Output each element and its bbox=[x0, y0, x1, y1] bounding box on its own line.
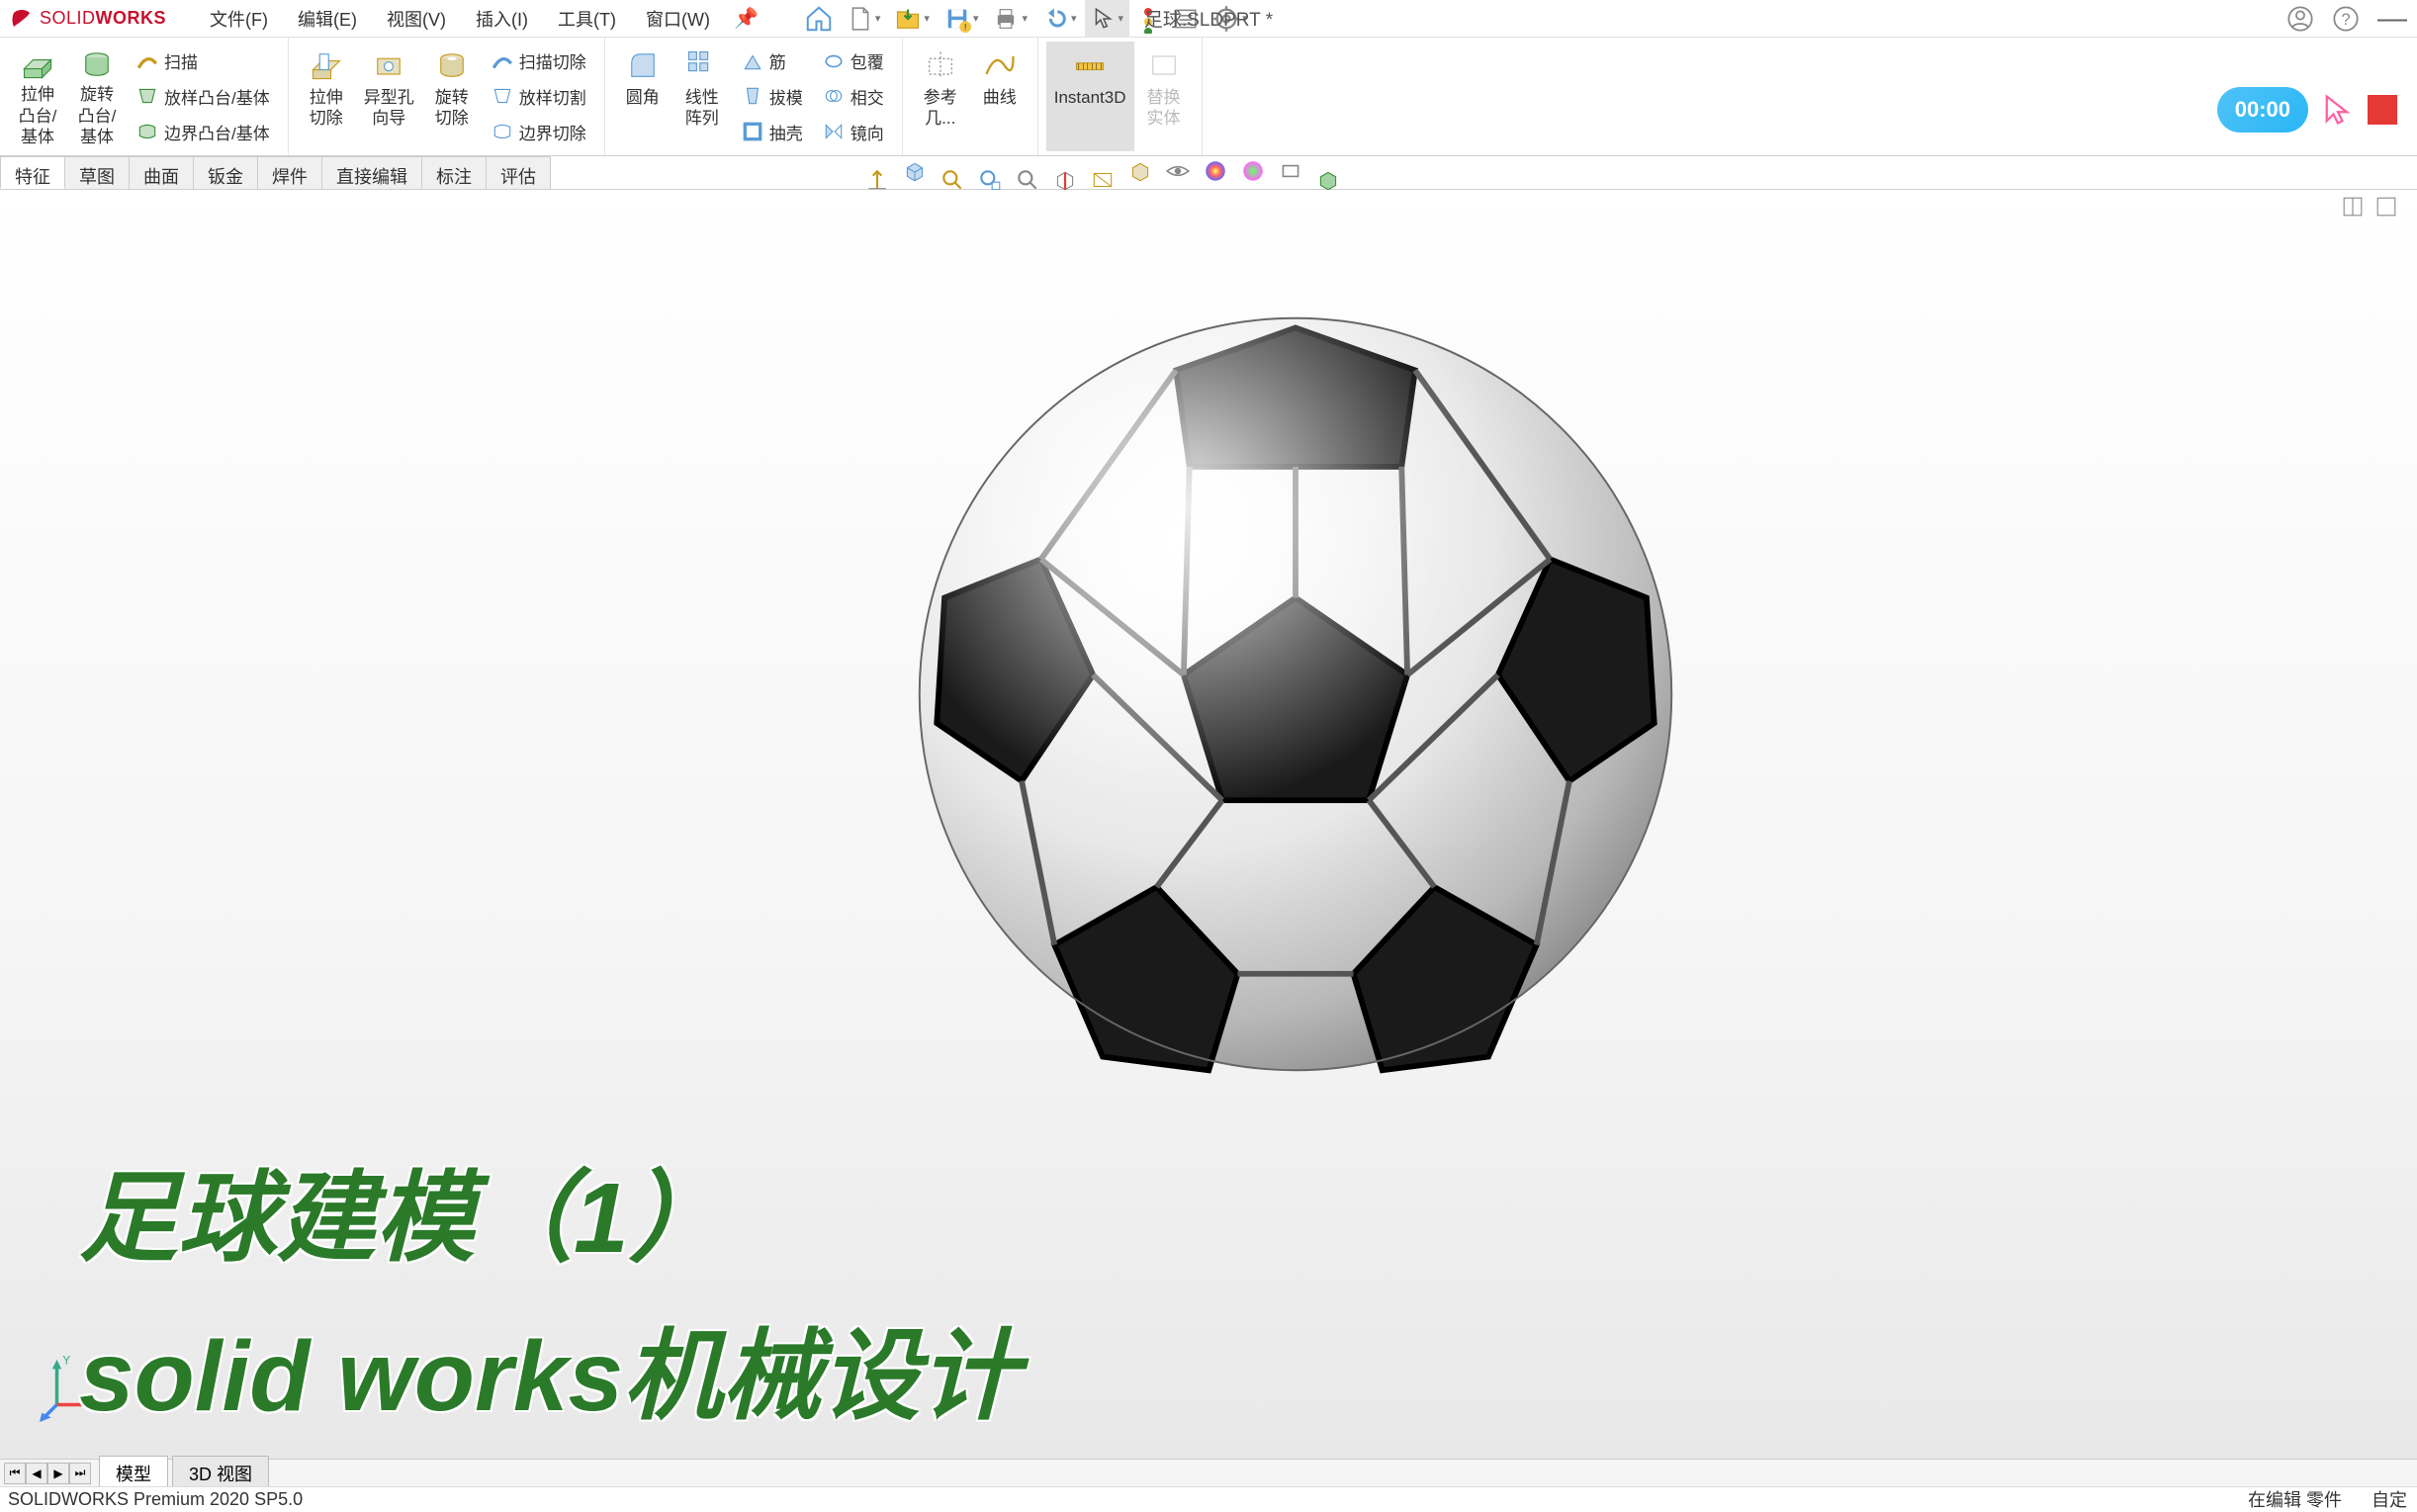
titlebar-right: ? — bbox=[2286, 2, 2407, 36]
menu-view[interactable]: 视图(V) bbox=[373, 0, 460, 38]
help-icon[interactable]: ? bbox=[2332, 5, 2360, 33]
recorder-timer[interactable]: 00:00 bbox=[2217, 87, 2308, 133]
tab-nav-prev[interactable]: ◀ bbox=[26, 1463, 47, 1484]
status-mode: 在编辑 零件 bbox=[2248, 1486, 2342, 1512]
extrude-cut-button[interactable]: 拉伸 切除 bbox=[297, 42, 356, 151]
undo-button[interactable]: ▾ bbox=[1035, 0, 1083, 38]
menu-edit[interactable]: 编辑(E) bbox=[284, 0, 371, 38]
print-button[interactable]: ▾ bbox=[986, 0, 1033, 38]
menu-window[interactable]: 窗口(W) bbox=[632, 0, 724, 38]
intersect-button[interactable]: 相交 bbox=[819, 81, 888, 112]
new-button[interactable]: ▾ bbox=[842, 0, 887, 38]
boss-group: 拉伸 凸台/ 基体 旋转 凸台/ 基体 扫描 放样凸台/基体 边界凸台/基体 bbox=[0, 38, 289, 155]
status-product: SOLIDWORKS Premium 2020 SP5.0 bbox=[8, 1489, 303, 1510]
titlebar: SOLIDWORKS 文件(F) 编辑(E) 视图(V) 插入(I) 工具(T)… bbox=[0, 0, 2417, 38]
svg-text:!: ! bbox=[964, 22, 967, 32]
tab-nav-first[interactable]: ⏮ bbox=[4, 1463, 26, 1484]
replace-body-button: 替换 实体 bbox=[1134, 42, 1194, 151]
command-manager-tabs: 特征 草图 曲面 钣金 焊件 直接编辑 标注 评估 ▾ ▾ ▾ ▾ ▾ ▾ bbox=[0, 156, 2417, 190]
boundary-cut-button[interactable]: 边界切除 bbox=[488, 117, 590, 147]
soccer-ball-model[interactable] bbox=[910, 309, 1681, 1080]
status-custom: 自定 bbox=[2372, 1486, 2407, 1512]
menu-tools[interactable]: 工具(T) bbox=[544, 0, 630, 38]
tab-surface[interactable]: 曲面 bbox=[129, 156, 194, 189]
hole-wizard-button[interactable]: 异型孔 向导 bbox=[356, 42, 422, 151]
instant3d-button[interactable]: Instant3D bbox=[1046, 42, 1134, 151]
loft-boss-button[interactable]: 放样凸台/基体 bbox=[133, 81, 274, 112]
tab-features[interactable]: 特征 bbox=[0, 156, 65, 189]
revolve-cut-button[interactable]: 旋转 切除 bbox=[422, 42, 482, 151]
tab-annotate[interactable]: 标注 bbox=[421, 156, 487, 189]
bottom-tab-3dview[interactable]: 3D 视图 bbox=[172, 1456, 269, 1490]
select-button[interactable]: ▾ bbox=[1085, 0, 1130, 38]
viewport-split-icon[interactable] bbox=[2342, 196, 2364, 218]
boundary-boss-button[interactable]: 边界凸台/基体 bbox=[133, 117, 274, 147]
menubar: 文件(F) 编辑(E) 视图(V) 插入(I) 工具(T) 窗口(W) bbox=[196, 0, 724, 38]
loft-cut-button[interactable]: 放样切割 bbox=[488, 81, 590, 112]
ribbon: 拉伸 凸台/ 基体 旋转 凸台/ 基体 扫描 放样凸台/基体 边界凸台/基体 拉… bbox=[0, 38, 2417, 156]
tab-evaluate[interactable]: 评估 bbox=[486, 156, 551, 189]
minimize-icon[interactable]: — bbox=[2377, 2, 2407, 36]
solidworks-logo-icon bbox=[10, 7, 34, 31]
sweep-cut-button[interactable]: 扫描切除 bbox=[488, 45, 590, 76]
viewport-max-icon[interactable] bbox=[2375, 196, 2397, 218]
home-button[interactable] bbox=[798, 0, 840, 38]
recorder-stop-button[interactable] bbox=[2368, 95, 2397, 125]
bottom-tab-model[interactable]: 模型 bbox=[99, 1456, 168, 1490]
statusbar: SOLIDWORKS Premium 2020 SP5.0 在编辑 零件 自定 bbox=[0, 1486, 2417, 1511]
overlay-line2: solid works机械设计 bbox=[79, 1297, 1019, 1456]
menu-insert[interactable]: 插入(I) bbox=[462, 0, 542, 38]
revolve-boss-button[interactable]: 旋转 凸台/ 基体 bbox=[67, 42, 127, 151]
screen-recorder: 00:00 bbox=[2217, 87, 2397, 133]
cut-group: 拉伸 切除 异型孔 向导 旋转 切除 扫描切除 放样切割 边界切除 bbox=[289, 38, 605, 155]
user-icon[interactable] bbox=[2286, 5, 2314, 33]
svg-text:?: ? bbox=[2341, 10, 2350, 28]
shell-button[interactable]: 抽壳 bbox=[738, 117, 807, 147]
mirror-button[interactable]: 镜向 bbox=[819, 117, 888, 147]
extrude-boss-button[interactable]: 拉伸 凸台/ 基体 bbox=[8, 42, 67, 151]
tab-sketch[interactable]: 草图 bbox=[64, 156, 130, 189]
overlay-title: 足球建模（1） solid works机械设计 bbox=[79, 1139, 1019, 1456]
viewport-controls bbox=[2342, 196, 2397, 218]
fillet-button[interactable]: 圆角 bbox=[613, 42, 672, 151]
ref-group: 参考 几... 曲线 bbox=[903, 38, 1038, 155]
save-button[interactable]: !▾ bbox=[938, 0, 985, 38]
bottom-tab-bar: ⏮ ◀ ▶ ⏭ 模型 3D 视图 bbox=[0, 1459, 2417, 1486]
linear-pattern-button[interactable]: 线性 阵列 bbox=[672, 42, 732, 151]
menu-file[interactable]: 文件(F) bbox=[196, 0, 282, 38]
tab-weldments[interactable]: 焊件 bbox=[257, 156, 322, 189]
svg-text:Y: Y bbox=[62, 1355, 70, 1368]
app-name: SOLIDWORKS bbox=[40, 8, 166, 29]
tab-sheetmetal[interactable]: 钣金 bbox=[193, 156, 258, 189]
tab-nav-next[interactable]: ▶ bbox=[47, 1463, 69, 1484]
tab-direct-edit[interactable]: 直接编辑 bbox=[321, 156, 422, 189]
draft-button[interactable]: 拔模 bbox=[738, 81, 807, 112]
wrap-button[interactable]: 包覆 bbox=[819, 45, 888, 76]
pin-icon[interactable]: 📌 bbox=[724, 6, 768, 31]
overlay-line1: 足球建模（1） bbox=[79, 1139, 1019, 1297]
ref-geometry-button[interactable]: 参考 几... bbox=[911, 42, 970, 151]
rib-button[interactable]: 筋 bbox=[738, 45, 807, 76]
document-title: 足球.SLDPRT * bbox=[1144, 5, 1273, 32]
sweep-button[interactable]: 扫描 bbox=[133, 45, 274, 76]
instant3d-group: Instant3D 替换 实体 bbox=[1038, 38, 1203, 155]
curves-button[interactable]: 曲线 bbox=[970, 42, 1029, 151]
tab-nav-last[interactable]: ⏭ bbox=[69, 1463, 91, 1484]
graphics-viewport[interactable]: Y 足球建模（1） solid works机械设计 bbox=[0, 190, 2417, 1462]
app-logo: SOLIDWORKS bbox=[0, 7, 176, 31]
open-button[interactable]: ▾ bbox=[888, 0, 936, 38]
features-group: 圆角 线性 阵列 筋 拔模 抽壳 包覆 相交 镜向 bbox=[605, 38, 903, 155]
recorder-cursor-icon[interactable] bbox=[2320, 92, 2356, 128]
